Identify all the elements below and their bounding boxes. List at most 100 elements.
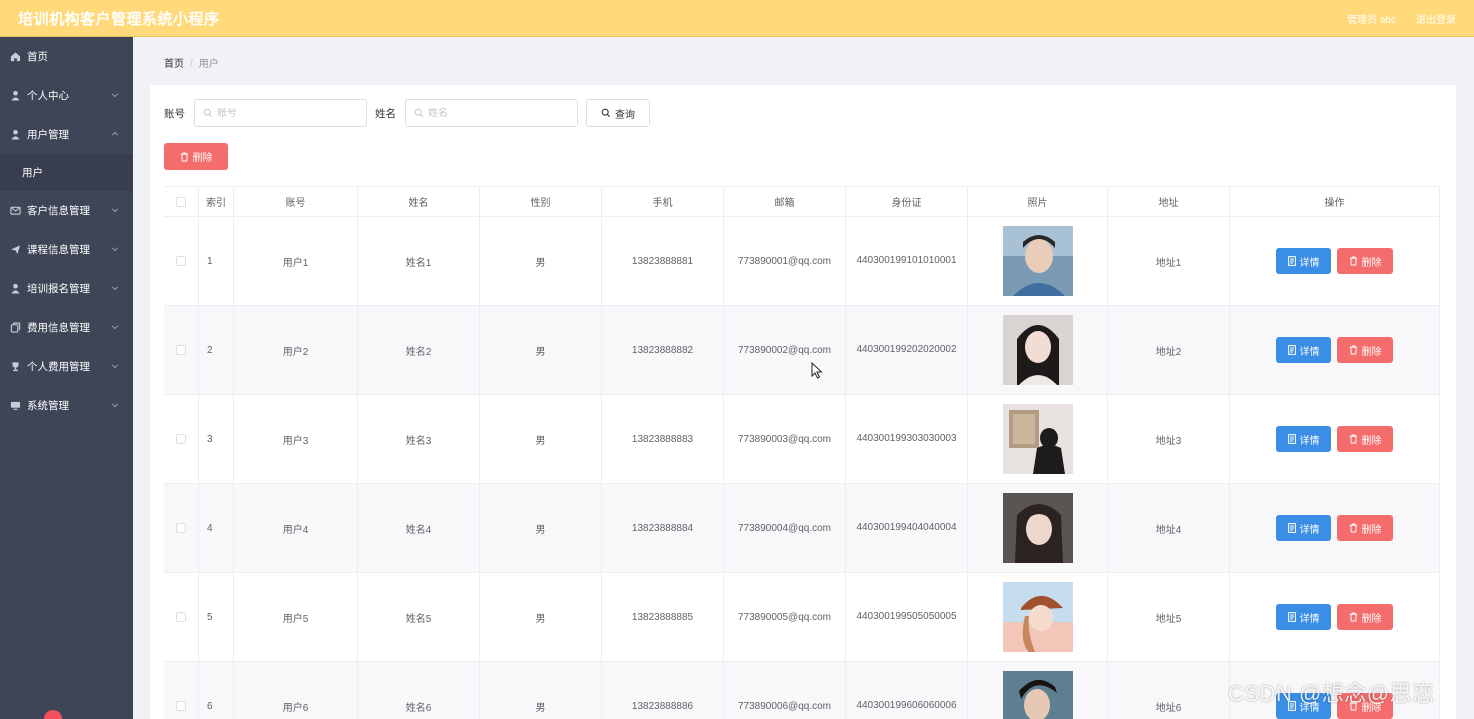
cell-index: 5 [199,573,234,661]
name-input[interactable] [428,107,568,119]
row-checkbox[interactable] [176,434,186,444]
monitor-icon [10,400,21,411]
send-icon [10,244,21,255]
trash-icon [1349,345,1357,355]
document-icon [1287,345,1296,355]
user-photo[interactable] [1002,226,1073,296]
detail-button[interactable]: 详情 [1276,248,1331,274]
user-photo[interactable] [1002,582,1073,652]
detail-button[interactable]: 详情 [1276,604,1331,630]
cell-account: 用户4 [234,484,358,572]
sidebar-item-user-management[interactable]: 用户管理 [0,115,133,154]
delete-button[interactable]: 删除 [1337,248,1393,274]
home-icon [10,51,21,62]
detail-label: 详情 [1299,613,1320,625]
cell-account: 用户3 [234,395,358,483]
search-icon [203,108,213,118]
delete-button[interactable]: 删除 [1337,426,1393,452]
sidebar-item-customer-info[interactable]: 客户信息管理 [0,191,133,230]
cell-photo [968,306,1108,394]
delete-label: 删除 [1361,524,1382,536]
sidebar-item-label: 客户信息管理 [27,205,90,217]
main-content: 首页 / 用户 账号 姓名 查询 删除 索引 [133,37,1474,719]
delete-button[interactable]: 删除 [1337,337,1393,363]
user-photo[interactable] [1002,493,1073,563]
header-index: 索引 [199,187,234,216]
cell-name: 姓名3 [358,395,480,483]
cell-email: 773890004@qq.com [724,484,846,572]
cell-address: 地址6 [1108,662,1230,719]
detail-button[interactable]: 详情 [1276,337,1331,363]
cell-gender: 男 [480,573,602,661]
cell-index: 2 [199,306,234,394]
table-row: 3 用户3 姓名3 男 13823888883 773890003@qq.com… [164,395,1440,484]
document-icon [1287,256,1296,266]
logout-link[interactable]: 退出登录 [1416,11,1456,26]
detail-button[interactable]: 详情 [1276,426,1331,452]
delete-button[interactable]: 删除 [1337,604,1393,630]
cell-account: 用户5 [234,573,358,661]
cell-photo [968,662,1108,719]
sidebar-subitem-users[interactable]: 用户 [0,154,133,191]
trash-icon [1349,256,1357,266]
detail-label: 详情 [1299,435,1320,447]
cell-account: 用户6 [234,662,358,719]
name-search-box[interactable] [405,99,578,127]
user-photo[interactable] [1002,315,1073,385]
sidebar-item-fee-info[interactable]: 费用信息管理 [0,308,133,347]
content-panel: 账号 姓名 查询 删除 索引 账号 姓名 [150,85,1456,719]
sidebar-item-system[interactable]: 系统管理 [0,386,133,425]
sidebar-item-label: 用户管理 [27,129,69,141]
account-search-box[interactable] [194,99,367,127]
row-checkbox[interactable] [176,612,186,622]
header-account: 账号 [234,187,358,216]
row-checkbox[interactable] [176,345,186,355]
query-button[interactable]: 查询 [586,99,650,127]
sidebar-item-personal-center[interactable]: 个人中心 [0,76,133,115]
breadcrumb: 首页 / 用户 [164,55,219,70]
breadcrumb-home[interactable]: 首页 [164,59,184,70]
app-title: 培训机构客户管理系统小程序 [18,10,220,28]
cell-email: 773890001@qq.com [724,217,846,305]
cell-actions: 详情 删除 [1230,217,1440,305]
trash-icon [1349,612,1357,622]
select-all-checkbox[interactable] [176,196,186,207]
cell-idcard: 440300199101010001 [846,217,968,305]
sidebar-item-course-info[interactable]: 课程信息管理 [0,230,133,269]
copy-icon [10,322,21,333]
table-row: 1 用户1 姓名1 男 13823888881 773890001@qq.com… [164,217,1440,306]
search-icon [414,108,424,118]
detail-button[interactable]: 详情 [1276,515,1331,541]
account-input[interactable] [217,107,357,119]
detail-label: 详情 [1299,346,1320,358]
delete-label: 删除 [1361,435,1382,447]
row-checkbox[interactable] [176,701,186,711]
sidebar: 首页 个人中心 用户管理 用户 客户信息管理 课程信息管理 培训报名管理 费用信… [0,37,133,719]
admin-label: 管理员 abc [1347,14,1396,26]
sidebar-item-personal-fee[interactable]: 个人费用管理 [0,347,133,386]
cell-actions: 详情 删除 [1230,573,1440,661]
chevron-down-icon [111,207,119,212]
table-row: 4 用户4 姓名4 男 13823888884 773890004@qq.com… [164,484,1440,573]
cell-name: 姓名4 [358,484,480,572]
floating-badge[interactable] [44,710,62,719]
sidebar-item-label: 个人费用管理 [27,361,90,373]
cell-photo [968,484,1108,572]
trash-icon [1349,434,1357,444]
user-table: 索引 账号 姓名 性别 手机 邮箱 身份证 照片 地址 操作 1 用户1 姓名1… [164,186,1440,719]
delete-button[interactable]: 删除 [1337,515,1393,541]
batch-delete-button[interactable]: 删除 [164,143,228,170]
sidebar-item-label: 课程信息管理 [27,244,90,256]
mail-icon [10,205,21,216]
trophy-icon [10,361,21,372]
cell-index: 6 [199,662,234,719]
user-photo[interactable] [1002,671,1073,719]
user-photo[interactable] [1002,404,1073,474]
row-checkbox[interactable] [176,523,186,533]
detail-label: 详情 [1299,257,1320,269]
cell-photo [968,573,1108,661]
sidebar-item-home[interactable]: 首页 [0,37,133,76]
sidebar-item-training-signup[interactable]: 培训报名管理 [0,269,133,308]
cell-email: 773890002@qq.com [724,306,846,394]
row-checkbox[interactable] [176,256,186,266]
